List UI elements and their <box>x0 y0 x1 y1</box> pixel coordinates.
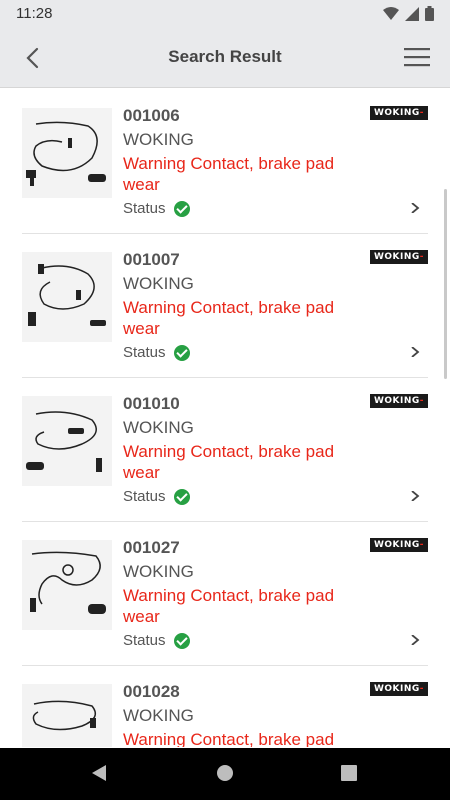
brand-logo: WOKING- <box>370 538 428 552</box>
brand-name: WOKING <box>123 706 194 725</box>
brand-name: WOKING <box>123 562 194 581</box>
chevron-right-icon[interactable] <box>410 491 420 501</box>
brand-logo: WOKING- <box>370 250 428 264</box>
product-image <box>22 540 112 630</box>
list-item[interactable]: 001006 WOKING Warning Contact, brake pad… <box>22 90 428 234</box>
status-label: Status <box>123 344 166 361</box>
part-number: 001006 <box>123 106 180 125</box>
nav-recents-icon[interactable] <box>340 764 358 782</box>
part-description: Warning Contact, brake pad wear <box>123 154 335 194</box>
scrollbar[interactable] <box>444 189 447 379</box>
status-row: Status <box>123 200 190 217</box>
part-description: Warning Contact, brake pad wear <box>123 442 335 482</box>
menu-icon[interactable] <box>404 46 430 68</box>
status-row: Status <box>123 488 190 505</box>
part-number: 001007 <box>123 250 180 269</box>
brand-logo-text: WOKING <box>373 540 420 550</box>
part-description: Warning Contact, brake pad wear <box>123 298 335 338</box>
wifi-icon <box>383 6 399 20</box>
battery-icon <box>425 6 434 21</box>
nav-home-icon[interactable] <box>216 764 234 782</box>
check-circle-icon <box>173 632 190 649</box>
system-nav-bar <box>0 748 450 800</box>
product-image <box>22 396 112 486</box>
brand-logo-text: WOKING <box>373 252 420 262</box>
product-image <box>22 252 112 342</box>
part-number: 001010 <box>123 394 180 413</box>
list-item[interactable]: 001010 WOKING Warning Contact, brake pad… <box>22 378 428 522</box>
status-row: Status <box>123 344 190 361</box>
status-label: Status <box>123 488 166 505</box>
status-bar: 11:28 <box>0 0 450 28</box>
check-circle-icon <box>173 200 190 217</box>
brand-name: WOKING <box>123 418 194 437</box>
status-label: Status <box>123 200 166 217</box>
brand-logo-text: WOKING <box>373 684 420 694</box>
page-title: Search Result <box>168 47 282 66</box>
status-icons <box>383 6 434 21</box>
brand-logo-text: WOKING <box>373 108 420 118</box>
part-description: Warning Contact, brake pad wear <box>123 730 335 747</box>
product-image <box>22 108 112 198</box>
status-label: Status <box>123 632 166 649</box>
app-bar: Search Result <box>0 28 450 88</box>
chevron-right-icon[interactable] <box>410 635 420 645</box>
list-item[interactable]: 001007 WOKING Warning Contact, brake pad… <box>22 234 428 378</box>
brand-logo: WOKING- <box>370 682 428 696</box>
part-description: Warning Contact, brake pad wear <box>123 586 335 626</box>
chevron-right-icon[interactable] <box>410 347 420 357</box>
brand-name: WOKING <box>123 274 194 293</box>
brand-logo-text: WOKING <box>373 396 420 406</box>
product-image <box>22 684 112 747</box>
brand-name: WOKING <box>123 130 194 149</box>
brand-logo: WOKING- <box>370 106 428 120</box>
check-circle-icon <box>173 488 190 505</box>
nav-back-icon[interactable] <box>90 764 108 782</box>
status-row: Status <box>123 632 190 649</box>
search-result-list[interactable]: 001006 WOKING Warning Contact, brake pad… <box>0 89 450 747</box>
signal-icon <box>405 6 419 21</box>
status-time: 11:28 <box>16 5 53 22</box>
part-number: 001027 <box>123 538 180 557</box>
check-circle-icon <box>173 344 190 361</box>
list-item[interactable]: 001028 WOKING Warning Contact, brake pad… <box>22 666 428 747</box>
brand-logo: WOKING- <box>370 394 428 408</box>
chevron-right-icon[interactable] <box>410 203 420 213</box>
list-item[interactable]: 001027 WOKING Warning Contact, brake pad… <box>22 522 428 666</box>
part-number: 001028 <box>123 682 180 701</box>
